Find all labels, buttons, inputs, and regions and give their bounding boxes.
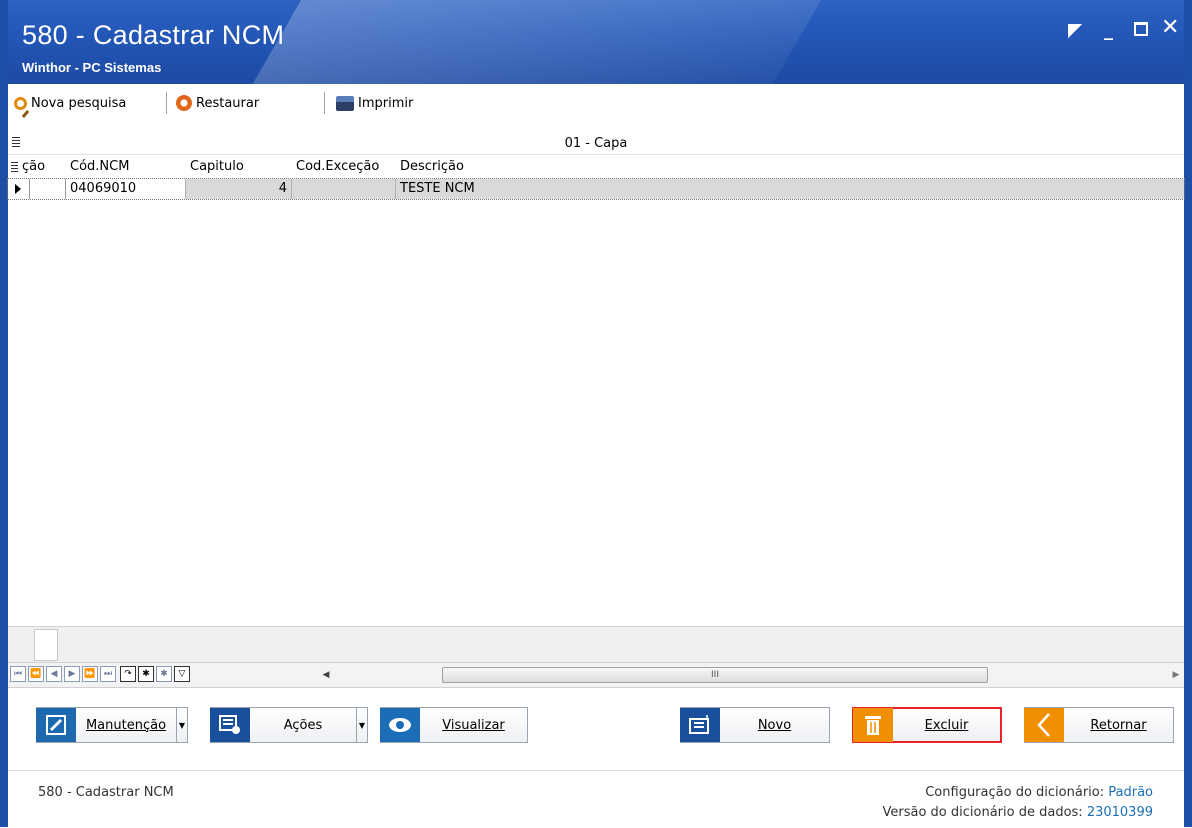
excluir-button[interactable]: Excluir [852, 707, 1002, 743]
dictionary-config-value: Padrão [1108, 785, 1153, 800]
restore-button[interactable]: Restaurar [176, 92, 259, 114]
cell-capitulo[interactable]: 4 [186, 179, 292, 199]
minimize-button[interactable]: _ [1104, 22, 1113, 40]
cell-cod-ncm[interactable]: 04069010 [66, 179, 186, 199]
dictionary-config-label: Configuração do dicionário: [925, 785, 1105, 800]
previous-page-icon[interactable]: ⏪ [28, 666, 44, 682]
dictionary-version-label: Versão do dicionário de dados: [882, 805, 1083, 820]
grid-navigator: ⏮ ⏪ ◀ ▶ ⏩ ⏭ ↷ ✱ ✱ ▽ ◀ III ▶ [8, 662, 1184, 688]
scroll-right-icon[interactable]: ▶ [1168, 667, 1184, 683]
visualizar-button[interactable]: Visualizar [380, 707, 528, 743]
toolbar: Nova pesquisa Restaurar Imprimir [8, 84, 1184, 123]
manutencao-label: Manutenção [85, 717, 167, 733]
acoes-dropdown-icon[interactable]: ▼ [356, 708, 367, 742]
column-header-capitulo[interactable]: Capitulo [186, 155, 292, 179]
new-search-button[interactable]: Nova pesquisa [14, 92, 126, 114]
restore-label: Restaurar [196, 95, 260, 111]
toolbar-divider [166, 92, 167, 114]
previous-record-icon[interactable]: ◀ [46, 666, 62, 682]
horizontal-scrollbar[interactable]: ◀ III ▶ [318, 667, 1184, 683]
novo-label: Novo [757, 717, 792, 733]
first-record-icon[interactable]: ⏮ [10, 666, 26, 682]
window-subtitle: Winthor - PC Sistemas [22, 60, 162, 75]
status-bar: 580 - Cadastrar NCM Configuração do dici… [8, 770, 1184, 828]
actions-gear-icon [210, 708, 250, 742]
next-page-icon[interactable]: ⏩ [82, 666, 98, 682]
print-label: Imprimir [358, 95, 414, 111]
cell-cod-excecao[interactable] [292, 179, 396, 199]
filter-icon[interactable]: ▽ [174, 666, 190, 682]
search-icon [14, 96, 27, 110]
trash-icon [853, 708, 893, 742]
scroll-thumb[interactable]: III [442, 667, 988, 683]
back-arrow-icon [1024, 708, 1064, 742]
close-button[interactable]: ✕ [1161, 17, 1179, 39]
insert-record-icon[interactable]: ✱ [138, 666, 154, 682]
band-title: 01 - Capa [564, 135, 628, 151]
row-selector-icon[interactable] [8, 179, 30, 199]
print-button[interactable]: Imprimir [336, 92, 413, 114]
grid-footer [8, 626, 1184, 663]
last-record-icon[interactable]: ⏭ [100, 666, 116, 682]
title-bar[interactable]: 580 - Cadastrar NCM Winthor - PC Sistema… [8, 0, 1184, 84]
cell-descricao[interactable]: TESTE NCM [396, 179, 1184, 199]
cell-acao[interactable] [30, 179, 66, 199]
column-list-icon [11, 161, 18, 172]
app-window: 580 - Cadastrar NCM Winthor - PC Sistema… [0, 0, 1192, 828]
append-record-icon[interactable]: ✱ [156, 666, 172, 682]
grid-column-headers: ção Cód.NCM Capitulo Cod.Exceção Descriç… [8, 155, 1184, 180]
scroll-left-icon[interactable]: ◀ [318, 667, 334, 683]
acoes-button[interactable]: Ações ▼ [210, 707, 368, 743]
table-row[interactable]: 04069010 4 TESTE NCM [7, 178, 1185, 200]
dictionary-config: Configuração do dicionário: Padrão [8, 785, 1153, 800]
data-grid[interactable]: 01 - Capa ção Cód.NCM Capitulo Cod.Exceç… [7, 122, 1185, 662]
title-gloss [237, 0, 839, 84]
column-chooser-icon[interactable] [12, 137, 20, 147]
column-header-acao[interactable]: ção [22, 155, 58, 179]
retornar-label: Retornar [1090, 717, 1147, 733]
retornar-button[interactable]: Retornar [1024, 707, 1174, 743]
next-record-icon[interactable]: ▶ [64, 666, 80, 682]
refresh-icon [176, 95, 192, 111]
new-search-label: Nova pesquisa [31, 95, 127, 111]
eye-icon [380, 708, 420, 742]
excluir-label: Excluir [924, 717, 969, 733]
visualizar-label: Visualizar [442, 717, 505, 733]
printer-icon [336, 95, 354, 111]
acoes-label: Ações [283, 717, 323, 733]
footer-summary-cell [34, 629, 58, 661]
maximize-button[interactable] [1134, 22, 1148, 36]
toolbar-divider [324, 92, 325, 114]
column-header-descricao[interactable]: Descrição [396, 155, 1184, 179]
column-header-cod-ncm[interactable]: Cód.NCM [66, 155, 186, 179]
dictionary-version: Versão do dicionário de dados: 23010399 [8, 805, 1154, 820]
manutencao-button[interactable]: Manutenção ▼ [36, 707, 188, 743]
edit-form-icon [36, 708, 76, 742]
window-title: 580 - Cadastrar NCM [22, 20, 285, 50]
new-record-icon [680, 708, 720, 742]
refresh-records-icon[interactable]: ↷ [120, 666, 136, 682]
column-header-cod-excecao[interactable]: Cod.Exceção [292, 155, 396, 179]
novo-button[interactable]: Novo [680, 707, 830, 743]
dictionary-version-value: 23010399 [1086, 805, 1153, 820]
grid-band-header: 01 - Capa [8, 132, 1184, 155]
manutencao-dropdown-icon[interactable]: ▼ [176, 708, 187, 742]
restore-window-icon[interactable] [1068, 24, 1082, 38]
